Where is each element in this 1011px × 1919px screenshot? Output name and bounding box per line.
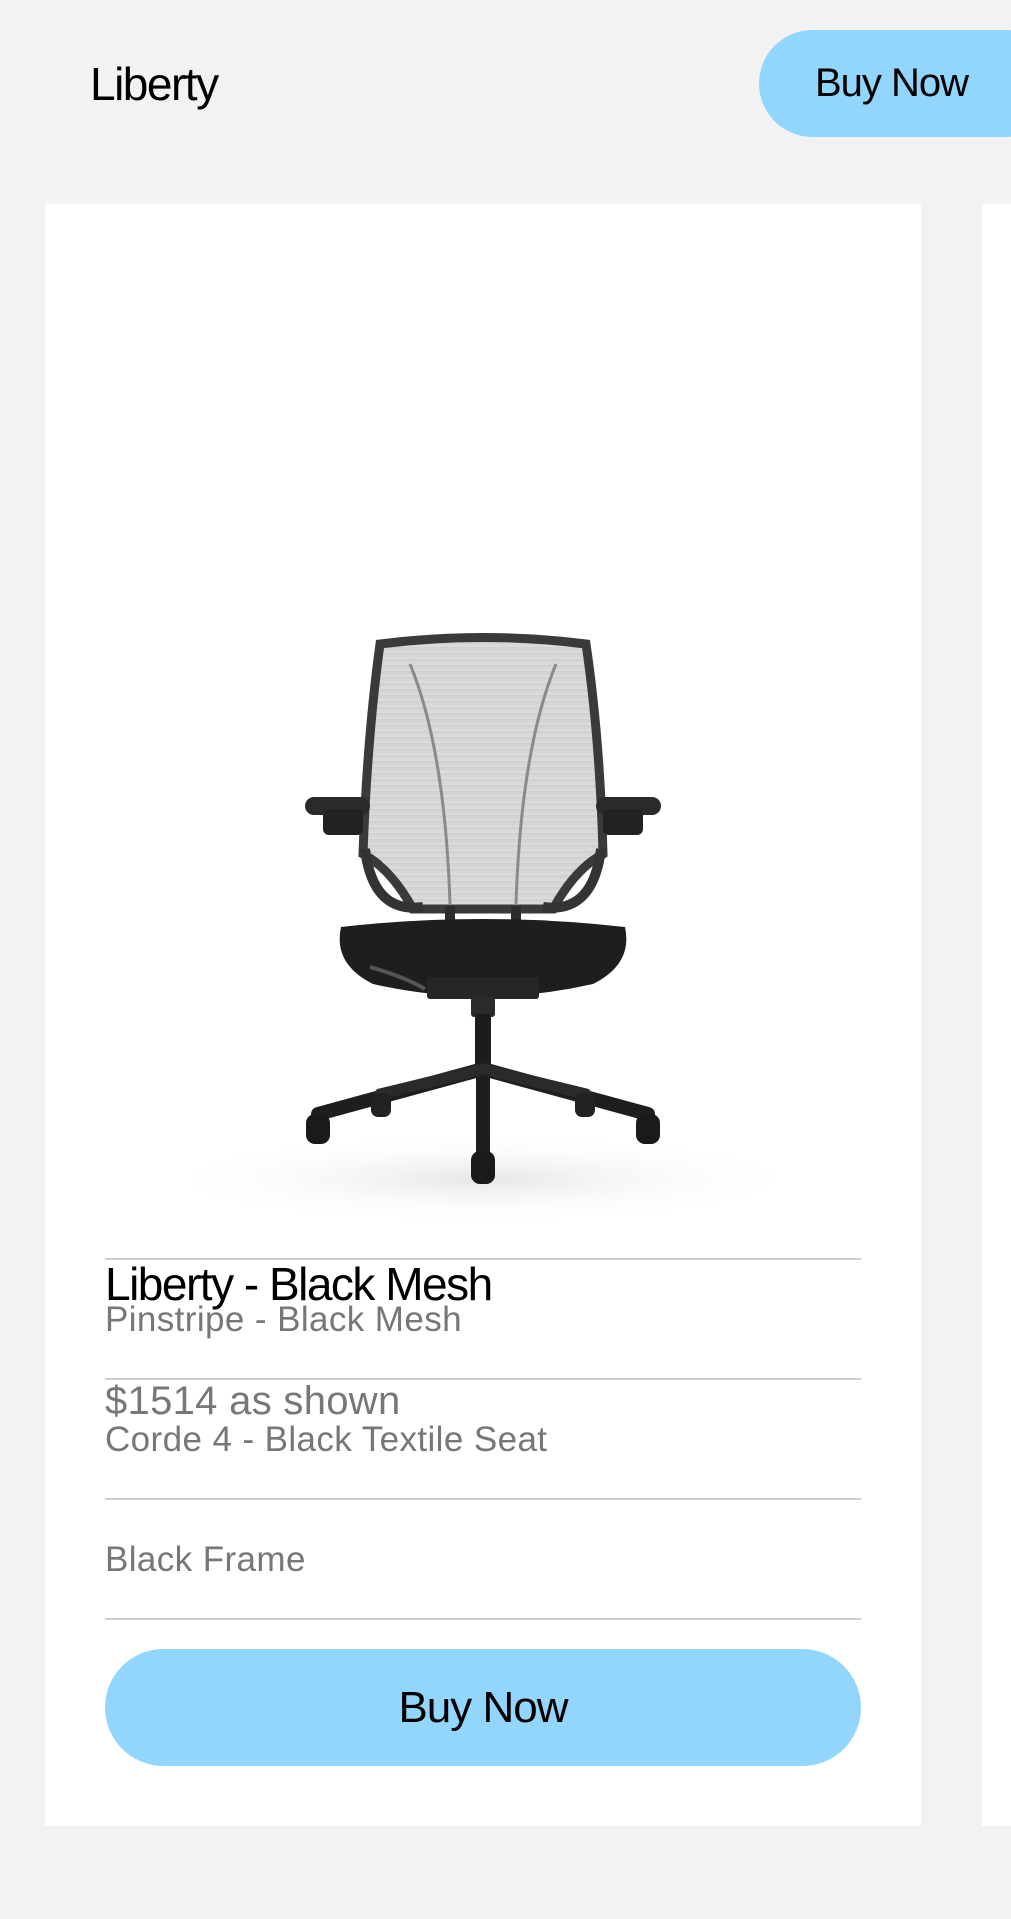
header-title: Liberty — [90, 58, 219, 110]
divider — [105, 1498, 861, 1500]
header-buy-now-button[interactable]: Buy Now — [759, 30, 1011, 137]
divider — [105, 1618, 861, 1620]
next-product-card[interactable] — [982, 204, 1011, 1826]
card-buy-now-button[interactable]: Buy Now — [105, 1649, 861, 1766]
divider — [105, 1258, 861, 1260]
product-image — [105, 409, 861, 1224]
office-chair-image — [153, 633, 813, 1224]
divider — [105, 1378, 861, 1380]
option-mesh: Pinstripe - Black Mesh — [105, 1300, 462, 1339]
option-frame: Black Frame — [105, 1540, 306, 1579]
product-card: Liberty - Black Mesh $1514 as shown Pins… — [45, 204, 921, 1826]
option-seat: Corde 4 - Black Textile Seat — [105, 1420, 548, 1459]
